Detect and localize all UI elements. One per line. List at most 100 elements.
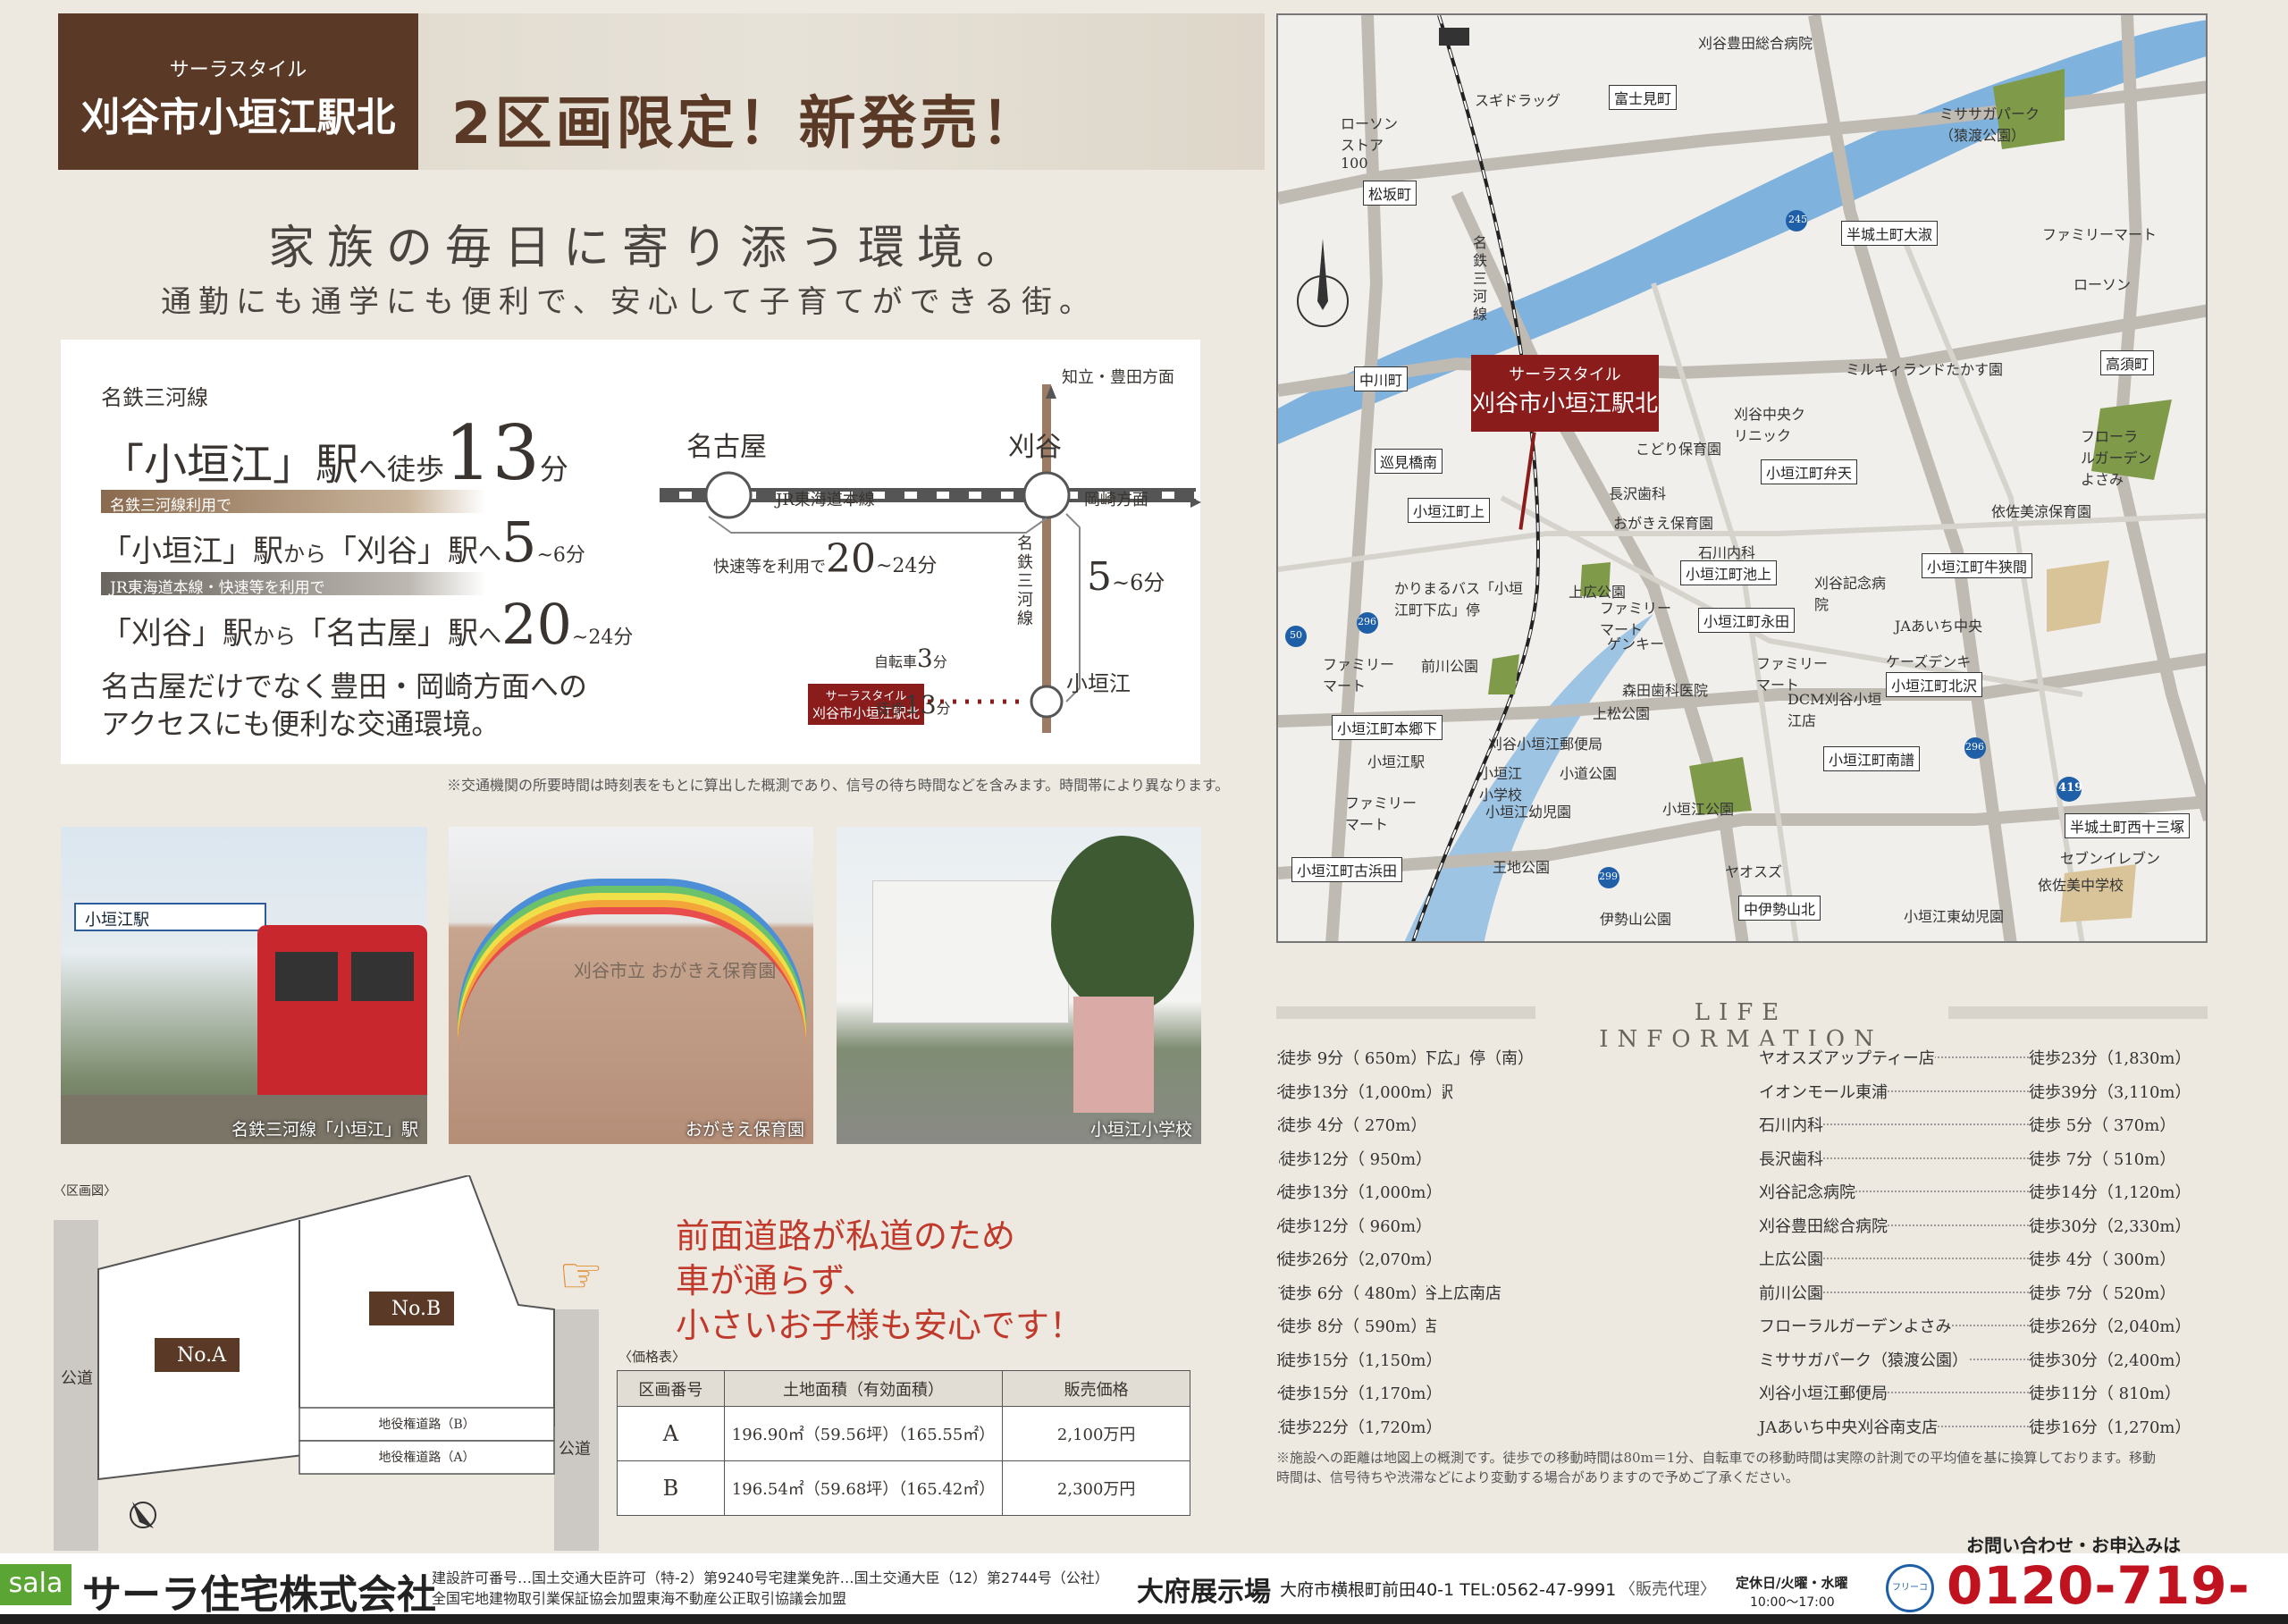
life-item-leader bbox=[1813, 1123, 2036, 1125]
map-intersection: 松坂町 bbox=[1363, 181, 1417, 206]
map-intersection: 小垣江町永田 bbox=[1698, 608, 1796, 633]
map-label: ローソンストア100 bbox=[1341, 115, 1399, 172]
area-map: サーラスタイル 刈谷市小垣江駅北 名鉄三河線 刈谷豊田総合病院 スギドラッグ 富… bbox=[1276, 13, 2208, 943]
line-label: 名鉄三河線 bbox=[101, 385, 208, 410]
life-item-name: 長沢歯科 bbox=[1759, 1146, 1823, 1170]
route2-minutes: 20 bbox=[501, 592, 572, 657]
showroom-address: 大府市横根町前田40-1 TEL:0562-47-9991 bbox=[1280, 1580, 1617, 1600]
life-item-name: ヤオスズアップティー店 bbox=[1759, 1046, 1935, 1069]
summary-line2: アクセスにも便利な交通環境。 bbox=[101, 707, 500, 741]
life-item-distance: 徒歩 9分（ 650m） bbox=[1280, 1046, 1427, 1069]
lot-cell: B bbox=[617, 1460, 725, 1516]
life-item-name: 石川内科 bbox=[1759, 1113, 1823, 1136]
route1-kara: から bbox=[283, 542, 326, 567]
life-item-distance: 徒歩 4分（ 270m） bbox=[1280, 1113, 1427, 1136]
life-item-distance: 徒歩 7分（ 520m） bbox=[2029, 1280, 2176, 1304]
map-label: 王地公園 bbox=[1493, 859, 1551, 876]
route-kariya-nagoya: 「刈谷」駅から「名古屋」駅へ20~24分 bbox=[101, 592, 633, 657]
map-label: DCM刈谷小垣江店 bbox=[1788, 691, 1882, 729]
footer-bar bbox=[0, 1614, 2288, 1624]
map-label: 長沢歯科 bbox=[1609, 485, 1667, 502]
station-name: 「小垣江」駅 bbox=[101, 440, 359, 490]
route-number: 296 bbox=[1965, 741, 1984, 753]
map-label: 小垣江小学校 bbox=[1479, 765, 1523, 804]
life-item-name: フローラルガーデンよさみ bbox=[1759, 1314, 1952, 1337]
lot-a-label: No.A bbox=[177, 1344, 226, 1367]
meitetsu-label: 名鉄三河線 bbox=[1017, 534, 1033, 628]
life-item-name: ミササガパーク（猿渡公園） bbox=[1759, 1347, 1968, 1371]
walk-unit: 分 bbox=[539, 452, 568, 486]
map-label: 森田歯科医院 bbox=[1622, 682, 1709, 699]
school-gate bbox=[1073, 997, 1154, 1113]
map-label: 小道公園 bbox=[1560, 765, 1618, 782]
license-line1: 建設許可番号…国土交通大臣許可（特-2）第9240号宅建業免許…国土交通大臣（1… bbox=[432, 1569, 1109, 1586]
route-number: 299 bbox=[1599, 871, 1618, 882]
map-label: 上松公園 bbox=[1593, 705, 1651, 722]
bike-unit: 分 bbox=[932, 653, 947, 670]
map-intersection: 小垣江町弁天 bbox=[1761, 459, 1858, 484]
bike-label: 自転車 bbox=[874, 653, 918, 670]
map-intersection: 高須町 bbox=[2100, 350, 2155, 375]
map-label: かりまるバス「小垣江町下広」停 bbox=[1394, 580, 1524, 618]
map-intersection: 富士見町 bbox=[1609, 85, 1678, 110]
map-railway-label: 名鉄三河線 bbox=[1473, 234, 1488, 323]
route-number: 296 bbox=[1358, 616, 1376, 627]
mikawa-time: 5~6分 bbox=[1087, 554, 1165, 600]
map-label: 小垣江駅 bbox=[1367, 753, 1426, 770]
life-item-distance: 徒歩12分（ 960m） bbox=[1280, 1213, 1433, 1237]
nursery-sign: 刈谷市立 おがきえ保育園 bbox=[574, 960, 777, 981]
photo-caption-school: 小垣江小学校 bbox=[1089, 1120, 1192, 1140]
tagline-main: 家族の毎日に寄り添う環境。 bbox=[268, 222, 1036, 275]
life-item-leader bbox=[1813, 1258, 2036, 1259]
walk-label-small: 徒歩 bbox=[876, 700, 905, 717]
area-cell: 196.90㎡（59.56坪）（165.55㎡） bbox=[723, 1406, 1004, 1461]
map-intersection: 小垣江町本郷下 bbox=[1332, 715, 1443, 740]
life-item-distance: 徒歩 7分（ 510m） bbox=[2029, 1146, 2176, 1170]
walk-time: 徒歩13分 bbox=[876, 690, 951, 719]
map-site-name: 刈谷市小垣江駅北 bbox=[1471, 391, 1658, 417]
life-item-leader bbox=[1813, 1291, 2036, 1293]
road-1 bbox=[1278, 80, 2206, 205]
route1-to: 「刈谷」駅 bbox=[326, 534, 478, 569]
life-item-name: 刈谷小垣江郵便局 bbox=[1759, 1381, 1888, 1404]
map-intersection: 小垣江町北沢 bbox=[1886, 672, 1983, 697]
header-price: 販売価格 bbox=[1002, 1370, 1190, 1407]
life-rule-right bbox=[1948, 1006, 2208, 1019]
callout-line2: 車が通らず、 bbox=[676, 1261, 877, 1300]
inquiry-label: お問い合わせ・お申込みは bbox=[1966, 1535, 2181, 1556]
dir-east: 岡崎方面 bbox=[1084, 491, 1148, 509]
photo-caption-station: 名鉄三河線「小垣江」駅 bbox=[231, 1120, 418, 1140]
tagline-sub: 通勤にも通学にも便利で、安心して子育てができる街。 bbox=[161, 284, 1097, 320]
area-kinen bbox=[2047, 560, 2109, 632]
jr-line-label: JR東海道本線 bbox=[776, 491, 875, 509]
route-number: 245 bbox=[1788, 214, 1807, 225]
life-item-name: 刈谷豊田総合病院 bbox=[1759, 1213, 1888, 1237]
kariya-label: 刈谷 bbox=[1008, 432, 1062, 463]
map-intersection: 半城土町大淑 bbox=[1841, 221, 1939, 246]
route1-he: へ bbox=[478, 541, 502, 568]
map-label: ファミリーマート bbox=[2042, 226, 2158, 243]
life-item-distance: 徒歩39分（3,110m） bbox=[2029, 1079, 2191, 1103]
rapid-unit: ~24分 bbox=[876, 555, 938, 577]
map-intersection: 中伊勢山北 bbox=[1738, 896, 1821, 921]
rapid-time: 快速等を利用で20~24分 bbox=[713, 536, 937, 582]
price-cell: 2,100万円 bbox=[1002, 1406, 1190, 1461]
life-item-distance: 徒歩26分（2,040m） bbox=[2029, 1314, 2191, 1337]
sala-logo: sala bbox=[0, 1564, 72, 1605]
map-label: ヤオスズ bbox=[1725, 863, 1783, 880]
life-item-distance: 徒歩13分（1,000m） bbox=[1280, 1180, 1443, 1203]
map-intersection: 小垣江町南譜 bbox=[1823, 746, 1921, 771]
map-label: スギドラッグ bbox=[1475, 92, 1561, 109]
mikawa-minutes: 5 bbox=[1087, 554, 1112, 600]
public-road-left-label: 公道 bbox=[61, 1369, 93, 1388]
photo-school: 小垣江小学校 bbox=[837, 827, 1201, 1144]
map-intersection: 小垣江町上 bbox=[1408, 498, 1491, 523]
lot-b-label: No.B bbox=[391, 1298, 442, 1320]
map-site-marker: サーラスタイル 刈谷市小垣江駅北 bbox=[1471, 355, 1659, 432]
life-item-distance: 徒歩 5分（ 370m） bbox=[2029, 1113, 2176, 1136]
map-label: 小垣江幼児園 bbox=[1485, 804, 1572, 820]
life-item-distance: 徒歩30分（2,400m） bbox=[2029, 1347, 2191, 1371]
ogakie-label: 小垣江 bbox=[1066, 671, 1131, 696]
map-intersection: 小垣江町古浜田 bbox=[1291, 857, 1403, 882]
public-road-right bbox=[554, 1309, 599, 1551]
